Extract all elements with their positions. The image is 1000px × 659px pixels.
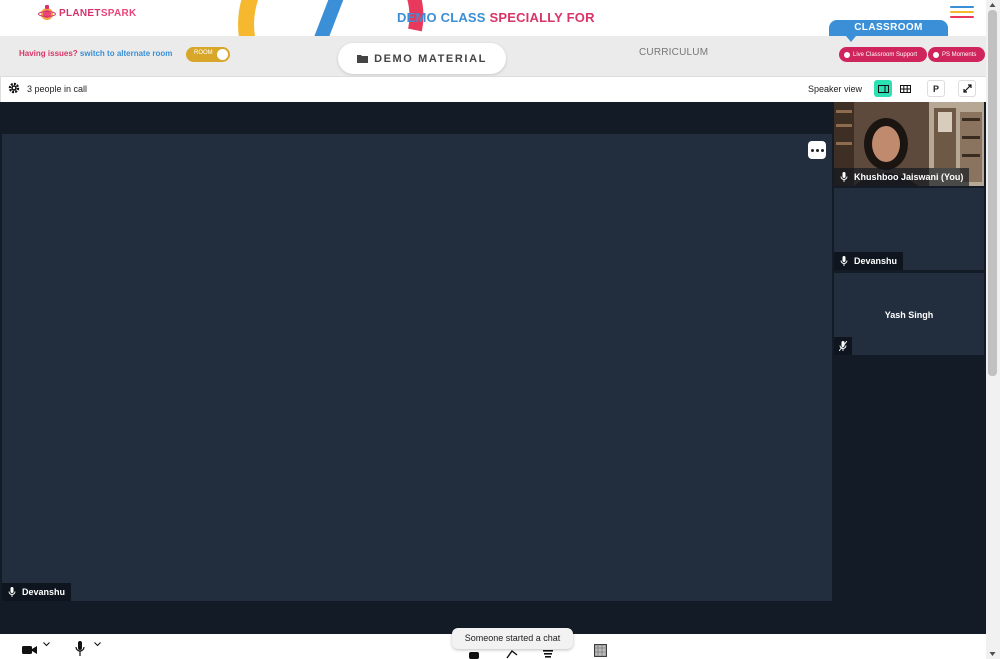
camera-icon[interactable] xyxy=(22,645,38,655)
scroll-down-arrow-icon[interactable] xyxy=(988,650,997,658)
support-icon xyxy=(844,51,850,58)
folder-icon xyxy=(357,55,369,63)
speaker-view-label: Speaker view xyxy=(808,84,863,94)
more-options-button[interactable] xyxy=(808,141,826,159)
chat-toast[interactable]: Someone started a chat xyxy=(452,628,573,649)
ps-moments-button[interactable]: PS Moments xyxy=(928,47,985,62)
more-dots-icon xyxy=(810,148,814,152)
participant-tile-yash[interactable]: Yash Singh xyxy=(834,273,984,355)
grid-view-button[interactable] xyxy=(896,80,914,97)
participant-name: Yash Singh xyxy=(884,310,934,320)
participant-tile-devanshu[interactable]: Devanshu xyxy=(834,188,984,270)
scrollbar-thumb[interactable] xyxy=(988,10,997,376)
tab-curriculum[interactable]: CURRICULUM xyxy=(639,47,708,58)
mic-icon xyxy=(840,172,848,182)
mic-muted-icon xyxy=(839,341,847,351)
main-video-name-tag: Devanshu xyxy=(2,583,72,601)
issues-notice: Having issues? switch to alternate room xyxy=(19,49,173,58)
mic-icon xyxy=(840,256,848,266)
speaker-view-button[interactable] xyxy=(874,80,892,97)
camera-icon xyxy=(933,51,939,58)
participant-name-tag: Devanshu xyxy=(834,252,904,270)
planet-logo-icon xyxy=(38,5,56,20)
main-video[interactable] xyxy=(2,134,832,601)
p-button[interactable]: P xyxy=(927,80,945,97)
participants-icon[interactable] xyxy=(468,650,480,659)
whiteboard-icon[interactable] xyxy=(594,644,607,657)
people-count: 3 people in call xyxy=(27,84,88,94)
classroom-tab-pointer xyxy=(846,36,856,42)
hamburger-menu-icon[interactable] xyxy=(950,6,974,20)
microphone-icon[interactable] xyxy=(75,641,85,656)
room-toggle[interactable]: ROOM xyxy=(186,47,230,62)
speaker-layout-icon xyxy=(877,84,889,93)
mic-chevron-down-icon[interactable] xyxy=(94,642,101,647)
gear-icon[interactable] xyxy=(8,82,20,94)
demo-material-button[interactable]: DEMO MATERIAL xyxy=(338,43,506,74)
share-screen-icon[interactable] xyxy=(506,649,518,659)
grid-icon xyxy=(899,84,911,93)
page-title: DEMO CLASS SPECIALLY FOR xyxy=(397,10,595,25)
camera-chevron-down-icon[interactable] xyxy=(43,642,50,647)
expand-icon xyxy=(962,84,972,93)
participant-tile-self[interactable]: Khushboo Jaiswani (You) xyxy=(834,102,984,186)
live-support-button[interactable]: Live Classroom Support xyxy=(839,47,927,62)
scroll-up-arrow-icon[interactable] xyxy=(988,1,997,9)
logo-text: PLANETSPARK xyxy=(59,7,137,19)
toggle-knob xyxy=(217,49,228,60)
tab-classroom[interactable]: CLASSROOM xyxy=(829,20,948,36)
planetspark-logo[interactable]: PLANETSPARK xyxy=(38,4,137,22)
muted-indicator xyxy=(834,337,852,355)
participant-name-tag: Khushboo Jaiswani (You) xyxy=(834,168,970,186)
switch-room-link[interactable]: switch to alternate room xyxy=(80,49,172,58)
mic-icon xyxy=(8,587,16,597)
chat-icon[interactable] xyxy=(542,648,554,659)
fullscreen-button[interactable] xyxy=(958,80,976,97)
